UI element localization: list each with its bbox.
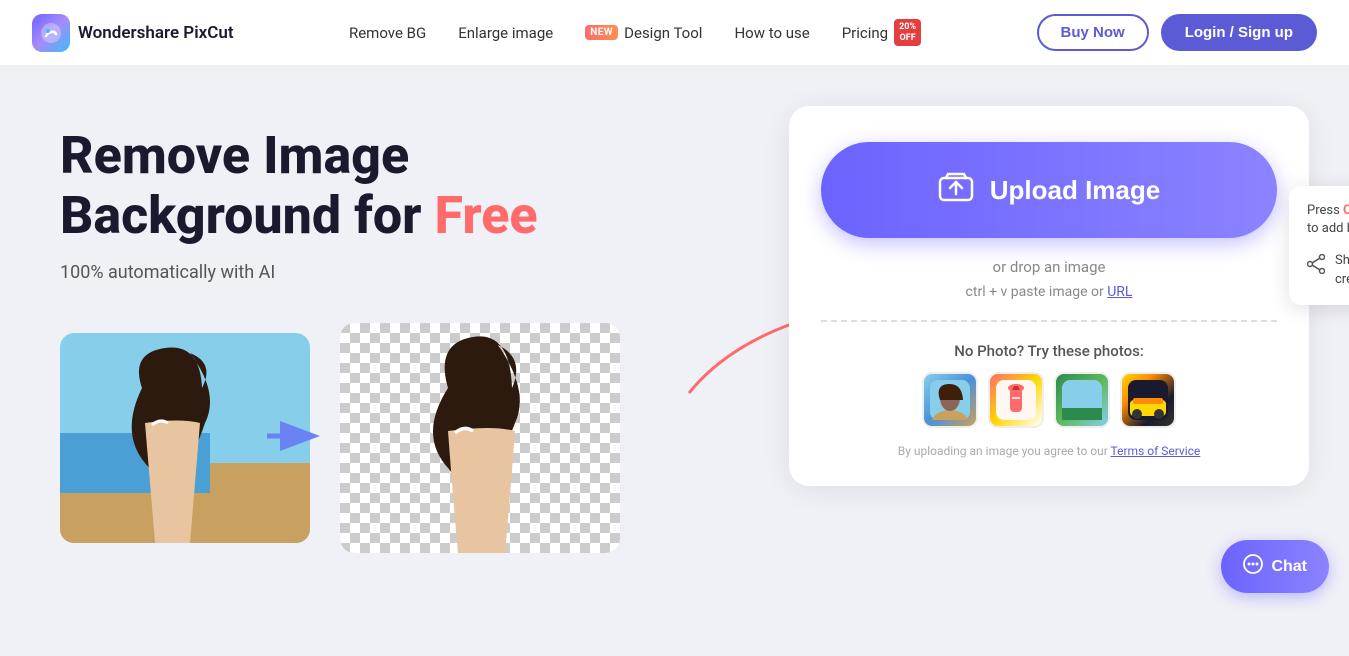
upload-image-button[interactable]: Upload Image (821, 142, 1277, 238)
sample-section: No Photo? Try these photos: (821, 342, 1277, 458)
chat-icon (1243, 554, 1263, 579)
hero-section: Remove Image Background for Free 100% au… (0, 66, 1349, 656)
logo-area[interactable]: Wondershare PixCut (32, 14, 234, 52)
upload-icon (938, 170, 974, 210)
new-badge: NEW (585, 25, 618, 40)
drop-text: or drop an image (821, 258, 1277, 276)
upload-panel: Upload Image or drop an image ctrl + v p… (789, 106, 1309, 486)
divider (821, 320, 1277, 322)
sample-photo-4[interactable] (1120, 372, 1176, 428)
nav-how-to-use[interactable]: How to use (734, 24, 809, 42)
url-link[interactable]: URL (1107, 284, 1132, 300)
off-badge: 20%OFF (894, 19, 921, 47)
hero-right: Upload Image or drop an image ctrl + v p… (789, 106, 1309, 486)
chat-button[interactable]: Chat (1221, 540, 1329, 593)
hero-subtitle: 100% automatically with AI (60, 262, 749, 283)
nav-enlarge-image[interactable]: Enlarge image (458, 24, 553, 42)
hero-left: Remove Image Background for Free 100% au… (60, 106, 749, 553)
sample-photo-1[interactable] (922, 372, 978, 428)
terms-link[interactable]: Terms of Service (1111, 444, 1201, 458)
paste-text: ctrl + v paste image or URL (821, 284, 1277, 300)
nav-pricing[interactable]: Pricing 20%OFF (842, 19, 921, 47)
bookmark-row: Press Ctrl + D to add bookmark (1307, 202, 1349, 238)
after-image (340, 323, 620, 553)
terms-text: By uploading an image you agree to our T… (821, 444, 1277, 458)
navbar: Wondershare PixCut Remove BG Enlarge ima… (0, 0, 1349, 66)
sample-photos (821, 372, 1277, 428)
share-icon[interactable] (1307, 254, 1325, 279)
nav-remove-bg[interactable]: Remove BG (349, 24, 426, 42)
logo-icon (32, 14, 70, 52)
sample-photo-2[interactable] (988, 372, 1044, 428)
hero-title: Remove Image Background for Free (60, 126, 749, 246)
buy-now-button[interactable]: Buy Now (1037, 14, 1149, 51)
nav-design-tool[interactable]: NEW Design Tool (585, 24, 702, 42)
bookmark-popup: Press Ctrl + D to add bookmark (1289, 186, 1349, 305)
login-signup-button[interactable]: Login / Sign up (1161, 14, 1317, 51)
share-row: Share to get credits (1307, 252, 1349, 288)
share-text: Share to get credits (1335, 252, 1349, 288)
hero-demo-images (60, 323, 749, 553)
sample-photo-3[interactable] (1054, 372, 1110, 428)
sample-title: No Photo? Try these photos: (821, 342, 1277, 360)
nav-links: Remove BG Enlarge image NEW Design Tool … (349, 19, 921, 47)
logo-text: Wondershare PixCut (78, 23, 234, 43)
navbar-actions: Buy Now Login / Sign up (1037, 14, 1317, 51)
bookmark-text: Press Ctrl + D to add bookmark (1307, 202, 1349, 238)
